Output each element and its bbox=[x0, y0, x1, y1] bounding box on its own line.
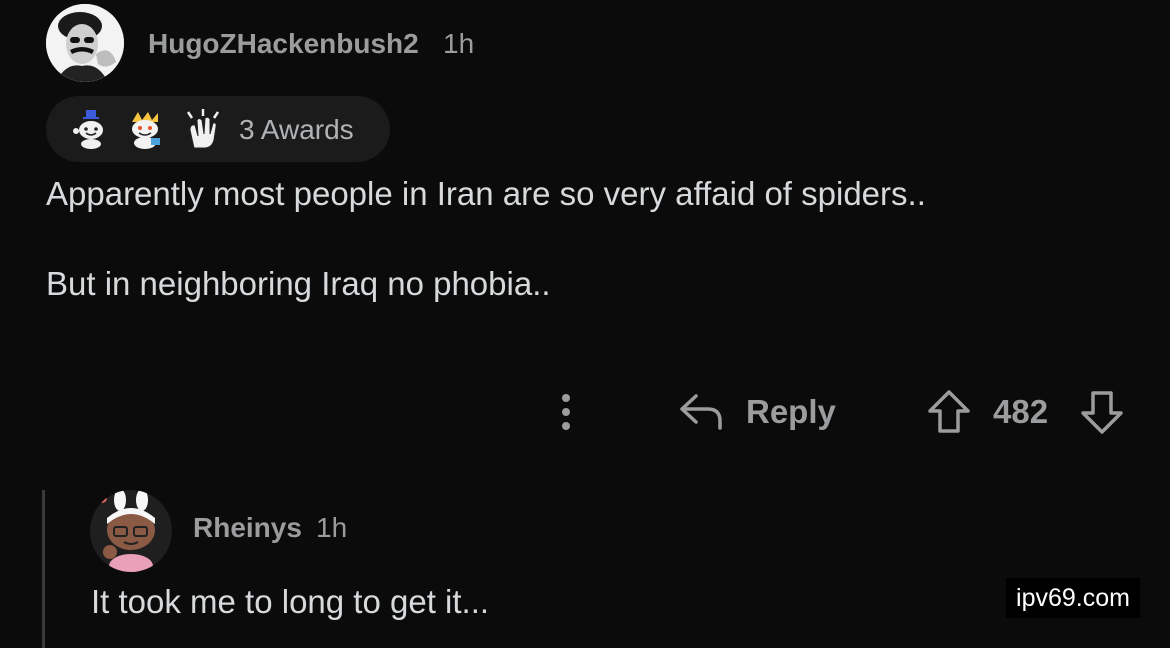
watermark: ipv69.com bbox=[1006, 578, 1140, 618]
more-vertical-icon[interactable] bbox=[548, 390, 584, 434]
comment-body-line: But in neighboring Iraq no phobia.. bbox=[46, 265, 551, 302]
awards-pill[interactable]: 3 Awards bbox=[46, 96, 390, 162]
avatar[interactable] bbox=[46, 4, 124, 82]
comment-username[interactable]: HugoZHackenbush2 bbox=[148, 28, 419, 60]
avatar-snoo-bunny-icon bbox=[90, 490, 172, 572]
award-clapping-hands-icon bbox=[186, 109, 220, 149]
reply-username[interactable]: Rheinys bbox=[193, 512, 302, 544]
avatar[interactable] bbox=[90, 490, 172, 572]
reply-body: It took me to long to get it... bbox=[91, 583, 490, 620]
thread-line[interactable] bbox=[42, 490, 45, 648]
comment-body-line: Apparently most people in Iran are so ve… bbox=[46, 175, 926, 212]
reply-label: Reply bbox=[746, 393, 836, 430]
upvote-arrow-icon[interactable] bbox=[926, 388, 972, 436]
award-snoo-icon bbox=[132, 112, 160, 149]
reply-timestamp: 1h bbox=[316, 512, 348, 543]
awards-count-label: 3 Awards bbox=[239, 114, 354, 145]
avatar-groucho-icon bbox=[46, 4, 124, 82]
comment-timestamp: 1h bbox=[443, 28, 475, 59]
downvote-arrow-icon[interactable] bbox=[1079, 388, 1125, 436]
reply-arrow-icon bbox=[680, 394, 722, 430]
award-wholesome-icon bbox=[73, 110, 103, 149]
vote-score: 482 bbox=[993, 393, 1049, 430]
reply-button[interactable]: Reply bbox=[678, 388, 836, 436]
